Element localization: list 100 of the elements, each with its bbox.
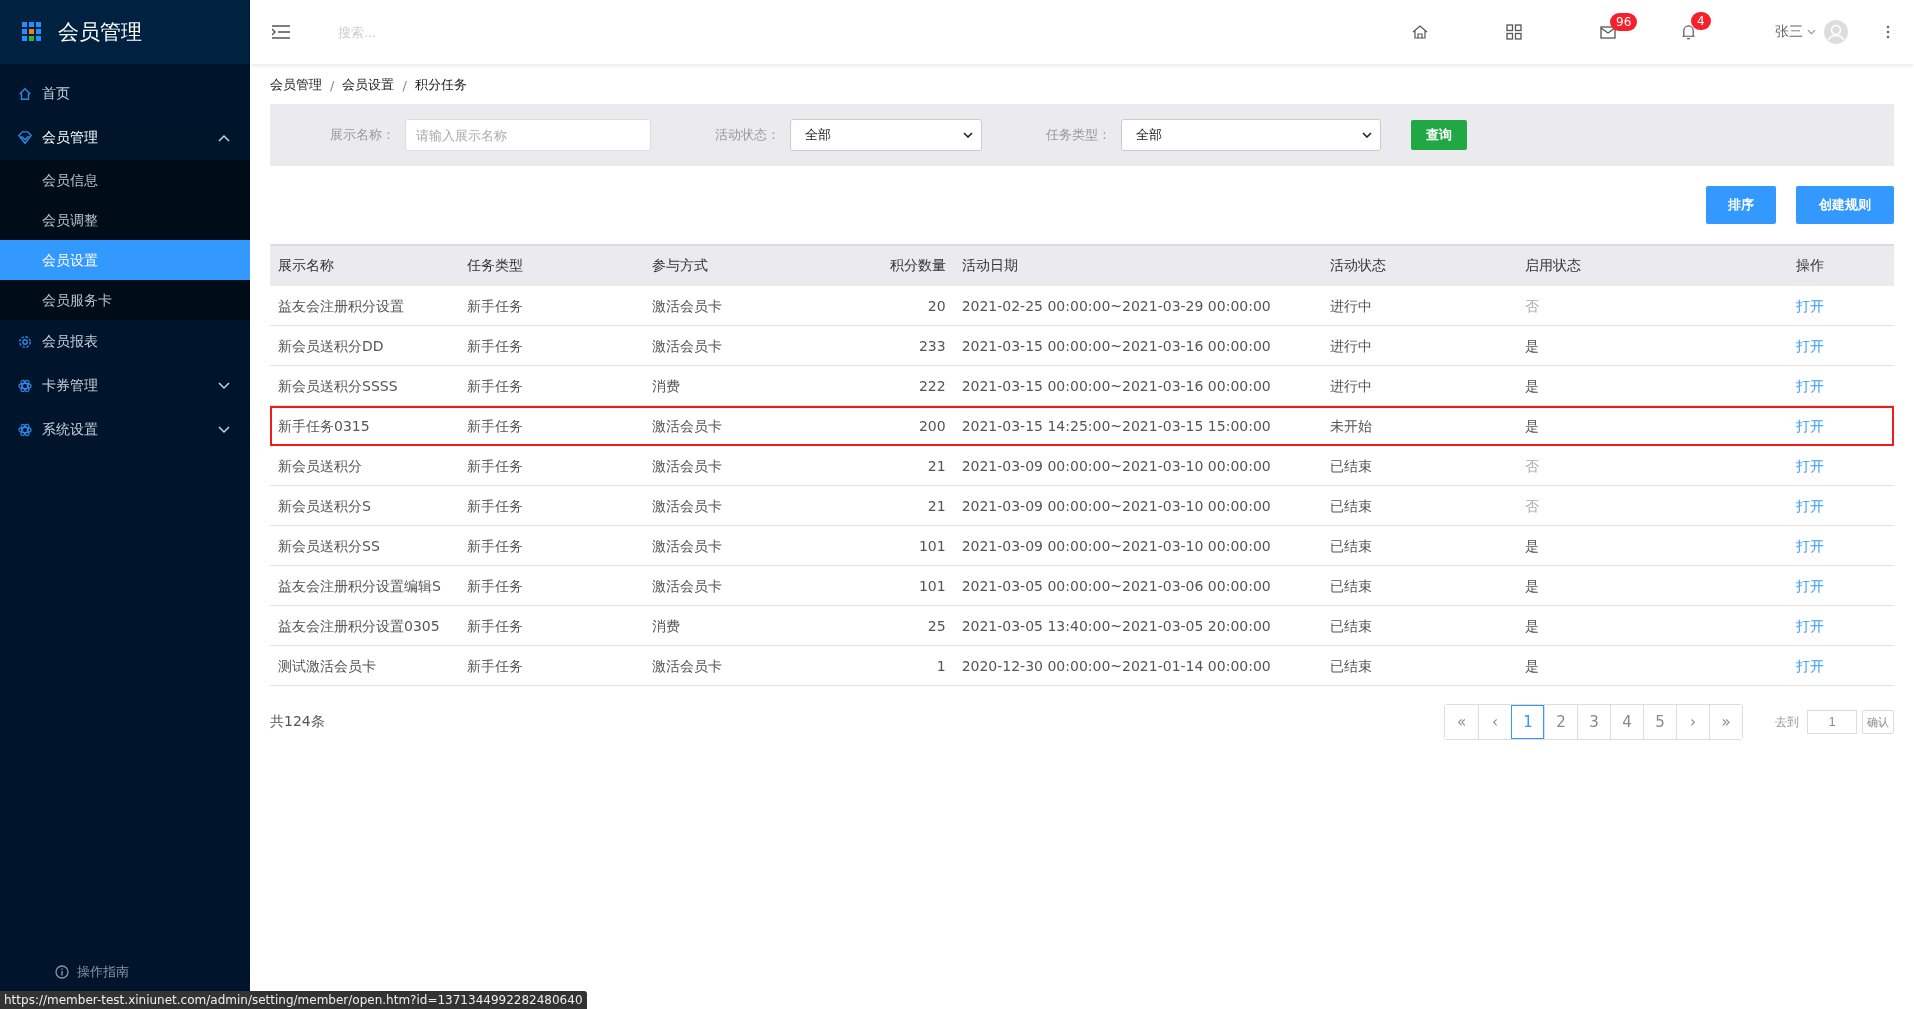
- submenu-item[interactable]: 会员设置: [0, 240, 250, 280]
- column-header: 操作: [1796, 245, 1894, 286]
- table-cell: 新会员送积分DD: [270, 325, 468, 366]
- table-cell: 新手任务: [467, 605, 652, 646]
- open-link[interactable]: 打开: [1796, 457, 1825, 474]
- table-cell: 激活会员卡: [651, 525, 869, 566]
- table-cell: 激活会员卡: [651, 405, 869, 446]
- table-cell: 是: [1525, 525, 1797, 566]
- filter-label: 展示名称：: [330, 126, 395, 144]
- table-cell: 101: [868, 565, 962, 606]
- table-cell: 新手任务: [467, 525, 652, 566]
- table-cell: 已结束: [1330, 445, 1526, 486]
- submenu-item[interactable]: 会员调整: [0, 200, 250, 240]
- home-icon[interactable]: [1412, 24, 1428, 40]
- table-cell: 2021-03-15 00:00:00~2021-03-16 00:00:00: [961, 365, 1331, 406]
- column-header: 展示名称: [270, 245, 468, 286]
- name-input[interactable]: 请输入展示名称: [405, 119, 651, 151]
- diamond-icon: [18, 131, 32, 145]
- open-link[interactable]: 打开: [1796, 497, 1825, 514]
- action-button[interactable]: 创建规则: [1796, 186, 1894, 224]
- table-cell: 激活会员卡: [651, 286, 869, 326]
- notification-badge: 96: [1610, 13, 1638, 31]
- table-cell: 是: [1525, 605, 1797, 646]
- more-icon[interactable]: [1886, 25, 1890, 39]
- table-cell: 益友会注册积分设置编辑S: [270, 565, 468, 606]
- table-cell: 2021-03-15 00:00:00~2021-03-16 00:00:00: [961, 325, 1331, 366]
- mail-icon[interactable]: [1600, 25, 1616, 39]
- table-cell: 新手任务: [467, 405, 652, 446]
- table-cell: 是: [1525, 405, 1797, 446]
- table-cell: 激活会员卡: [651, 325, 869, 366]
- filter-label: 任务类型：: [1046, 126, 1111, 144]
- open-link[interactable]: 打开: [1796, 657, 1825, 674]
- type-select[interactable]: 全部: [1121, 119, 1381, 151]
- table-cell: 已结束: [1330, 605, 1526, 646]
- grid-icon[interactable]: [1506, 24, 1522, 40]
- table-cell: 新会员送积分SS: [270, 525, 468, 566]
- table-cell: 是: [1525, 645, 1797, 686]
- page-button[interactable]: 1: [1511, 705, 1544, 739]
- table-cell: 是: [1525, 365, 1797, 406]
- table-cell: 激活会员卡: [651, 645, 869, 686]
- table-cell: 233: [868, 325, 962, 366]
- chevron-up-icon: [218, 134, 230, 142]
- table-cell: 进行中: [1330, 365, 1526, 406]
- last-page-button[interactable]: »: [1709, 705, 1742, 739]
- column-header: 参与方式: [651, 245, 869, 286]
- table-cell: 2021-03-09 00:00:00~2021-03-10 00:00:00: [961, 445, 1331, 486]
- guide-link[interactable]: 操作指南: [77, 963, 129, 981]
- open-link[interactable]: 打开: [1796, 577, 1825, 594]
- open-link[interactable]: 打开: [1796, 537, 1825, 554]
- table-cell: 新手任务0315: [270, 405, 468, 446]
- column-header: 活动日期: [961, 245, 1331, 286]
- table-cell: 新手任务: [467, 286, 652, 326]
- page-input[interactable]: 1: [1807, 710, 1857, 734]
- bell-icon[interactable]: [1681, 23, 1696, 41]
- table-cell: 200: [868, 405, 962, 446]
- table-cell: 2021-03-05 13:40:00~2021-03-05 20:00:00: [961, 605, 1331, 646]
- table-cell: 101: [868, 525, 962, 566]
- home-icon: [18, 87, 32, 101]
- menu-icon[interactable]: [272, 25, 290, 39]
- action-button[interactable]: 排序: [1706, 186, 1776, 224]
- table-cell: 进行中: [1330, 325, 1526, 366]
- info-icon: [55, 965, 69, 979]
- open-link[interactable]: 打开: [1796, 377, 1825, 394]
- table-cell: 益友会注册积分设置: [270, 286, 468, 326]
- column-header: 任务类型: [467, 245, 652, 286]
- chevron-down-icon: [963, 132, 973, 138]
- table-cell: 已结束: [1330, 645, 1526, 686]
- open-link[interactable]: 打开: [1796, 417, 1825, 434]
- table-cell: 进行中: [1330, 286, 1526, 326]
- submenu-item[interactable]: 会员服务卡: [0, 280, 250, 320]
- status-select[interactable]: 全部: [790, 119, 982, 151]
- breadcrumb-item[interactable]: 会员设置: [342, 76, 395, 94]
- table-cell: 2021-03-05 00:00:00~2021-03-06 00:00:00: [961, 565, 1331, 606]
- user-name[interactable]: 张三: [1775, 23, 1803, 41]
- breadcrumb-item: 积分任务: [414, 76, 467, 94]
- status-url: https://member-test.xiniunet.com/admin/setting/member/open.htm?id=1371344992282480640: [0, 991, 587, 1009]
- table-cell: 新手任务: [467, 485, 652, 526]
- breadcrumb-item[interactable]: 会员管理: [270, 76, 322, 94]
- column-header: 启用状态: [1525, 245, 1797, 286]
- open-link[interactable]: 打开: [1796, 337, 1825, 354]
- table-cell: 2021-03-09 00:00:00~2021-03-10 00:00:00: [961, 525, 1331, 566]
- table-cell: 1: [868, 645, 962, 686]
- open-link[interactable]: 打开: [1796, 617, 1825, 634]
- table-cell: 新会员送积分SSSS: [270, 365, 468, 406]
- open-link[interactable]: 打开: [1796, 297, 1825, 314]
- table-cell: 益友会注册积分设置0305: [270, 605, 468, 646]
- table-cell: 否: [1525, 485, 1797, 526]
- gear-icon: [18, 335, 32, 349]
- breadcrumb-separator: /: [330, 77, 335, 93]
- chevron-down-icon: [1362, 132, 1372, 138]
- table-cell: 20: [868, 286, 962, 326]
- confirm-button[interactable]: 确认: [1862, 710, 1894, 734]
- query-button[interactable]: 查询: [1411, 120, 1467, 150]
- app-title: 会员管理: [58, 19, 142, 46]
- submenu-item[interactable]: 会员信息: [0, 160, 250, 200]
- table-cell: 2021-03-09 00:00:00~2021-03-10 00:00:00: [961, 485, 1331, 526]
- table-cell: 消费: [651, 365, 869, 406]
- table-cell: 测试激活会员卡: [270, 645, 468, 686]
- table-cell: 新手任务: [467, 645, 652, 686]
- table-cell: 激活会员卡: [651, 485, 869, 526]
